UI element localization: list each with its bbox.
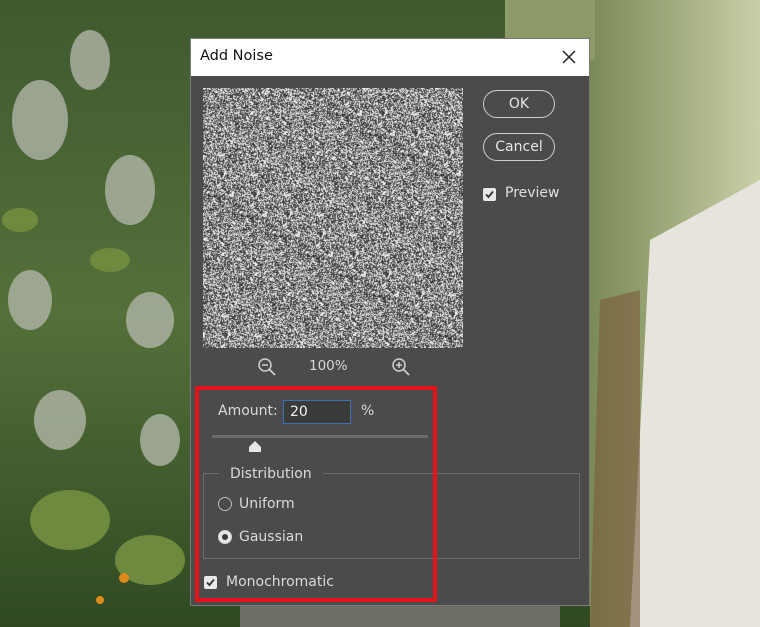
monochromatic-checkbox[interactable] <box>204 576 217 589</box>
ok-button[interactable]: OK <box>483 90 555 118</box>
gaussian-label: Gaussian <box>239 529 304 545</box>
amount-label: Amount: <box>218 403 278 419</box>
add-noise-dialog: Add Noise 100% OK Cancel Preview Amount:… <box>190 38 590 606</box>
zoom-in-icon[interactable] <box>391 357 411 377</box>
noise-preview[interactable] <box>203 88 463 348</box>
monochromatic-label: Monochromatic <box>226 574 334 590</box>
amount-unit: % <box>361 403 375 419</box>
zoom-out-icon[interactable] <box>257 357 277 377</box>
gaussian-radio[interactable] <box>218 530 232 544</box>
dialog-title: Add Noise <box>200 48 273 64</box>
title-bar: Add Noise <box>191 39 589 76</box>
close-icon <box>562 50 576 64</box>
preview-checkbox[interactable] <box>483 188 496 201</box>
preview-label: Preview <box>505 185 560 201</box>
amount-slider-thumb[interactable] <box>248 441 262 453</box>
distribution-group <box>203 473 580 559</box>
noise-preview-canvas <box>203 88 463 348</box>
uniform-radio[interactable] <box>218 497 232 511</box>
close-button[interactable] <box>555 44 583 70</box>
zoom-level: 100% <box>309 358 348 374</box>
checkmark-icon <box>206 578 215 587</box>
uniform-label: Uniform <box>239 496 295 512</box>
cancel-button[interactable]: Cancel <box>483 133 555 161</box>
amount-input[interactable] <box>283 400 351 424</box>
checkmark-icon <box>485 190 494 199</box>
distribution-legend: Distribution <box>219 466 323 482</box>
amount-slider-track[interactable] <box>212 435 428 438</box>
